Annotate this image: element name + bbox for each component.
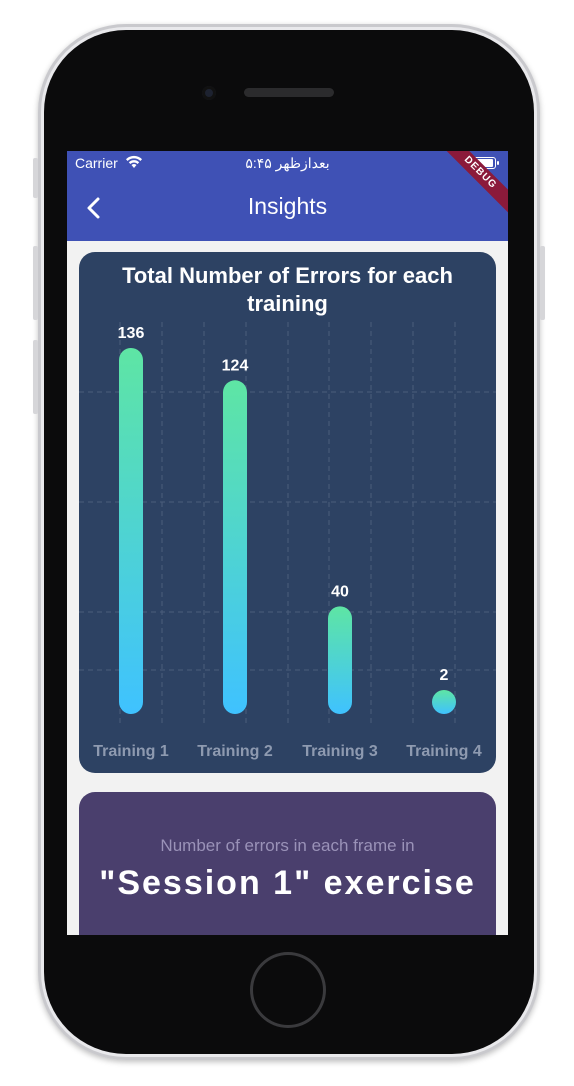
earpiece-speaker: [244, 88, 334, 97]
session-card-heading: "Session 1" exercise: [99, 864, 476, 902]
home-button[interactable]: [250, 952, 326, 1028]
bar-training-3: [328, 606, 352, 714]
x-tick-label: Training 2: [197, 743, 273, 760]
bar-value-label: 136: [118, 325, 145, 342]
mute-switch: [33, 158, 38, 198]
session-errors-card: Number of errors in each frame in "Sessi…: [79, 792, 496, 935]
x-tick-label: Training 3: [302, 743, 378, 760]
bar-value-label: 2: [440, 667, 449, 684]
session-card-subtitle: Number of errors in each frame in: [160, 836, 415, 855]
bar-training-2: [223, 380, 247, 714]
bar-training-1: [119, 348, 143, 714]
errors-chart-card: Total Number of Errors for each training…: [79, 252, 496, 773]
volume-down-button: [33, 340, 38, 414]
power-button: [540, 246, 545, 320]
volume-up-button: [33, 246, 38, 320]
status-bar: Carrier ۵:۴۵ بعدازظهر: [67, 151, 508, 175]
bar-training-4: [432, 690, 456, 714]
bar-value-label: 124: [222, 357, 249, 374]
x-tick-label: Training 1: [93, 743, 169, 760]
app-bar: Insights: [67, 175, 508, 241]
status-time: ۵:۴۵ بعدازظهر: [245, 155, 330, 171]
front-camera: [202, 86, 216, 100]
x-tick-label: Training 4: [406, 743, 482, 760]
bar-value-label: 40: [331, 583, 349, 600]
app-screen: Carrier ۵:۴۵ بعدازظهر Insights DEBUG Tot…: [67, 151, 508, 935]
page-title: Insights: [247, 193, 328, 219]
errors-bar-chart: 136 Training 1 124 Training 2 40 Training 3 2 T…: [79, 322, 496, 760]
